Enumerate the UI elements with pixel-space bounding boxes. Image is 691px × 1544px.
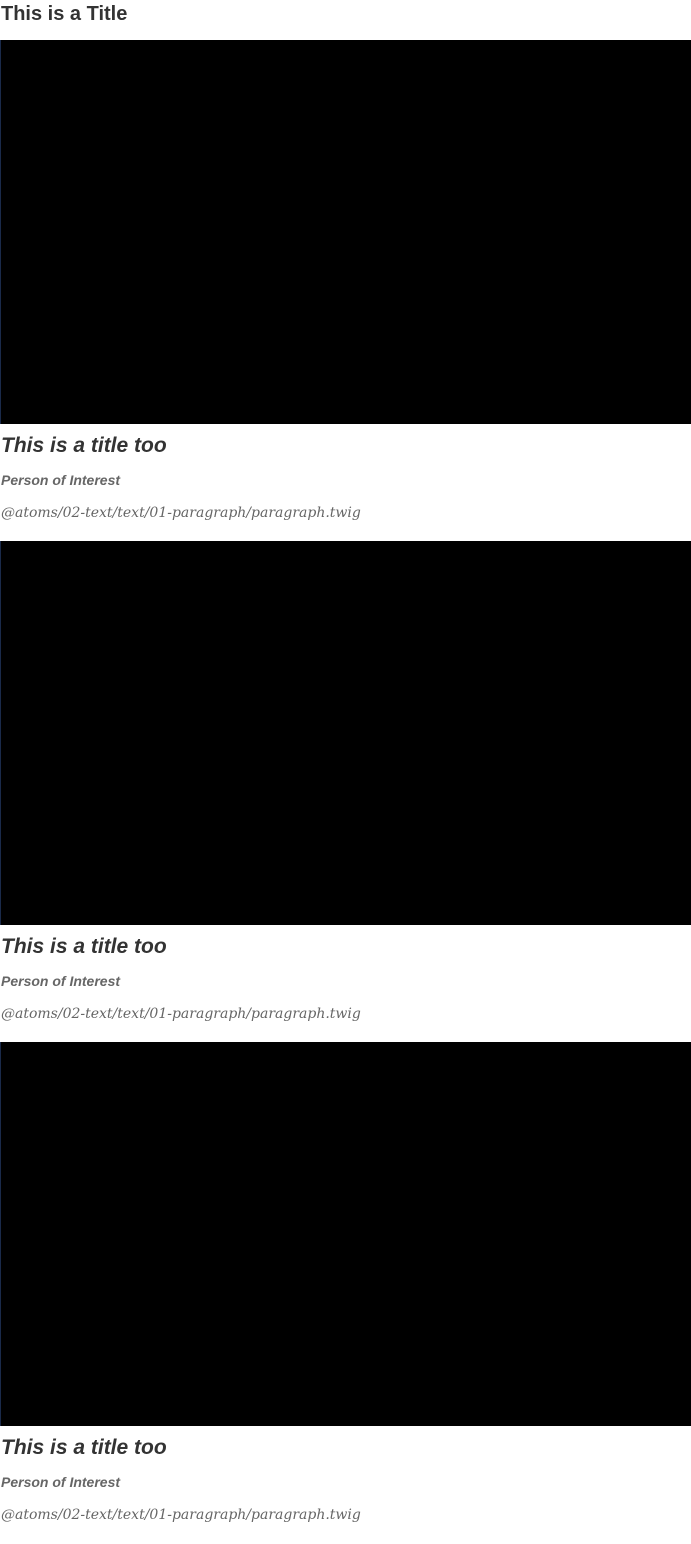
card-template-path: @atoms/02-text/text/01-paragraph/paragra… [1, 1507, 361, 1523]
page-title: This is a Title [1, 3, 128, 25]
card-template-path: @atoms/02-text/text/01-paragraph/paragra… [1, 1006, 361, 1022]
card-person: Person of Interest [1, 1474, 121, 1490]
video-player[interactable] [0, 541, 691, 925]
video-player[interactable] [0, 40, 691, 424]
card-person: Person of Interest [1, 472, 121, 488]
card-title: This is a title too [1, 1436, 167, 1459]
video-card: This is a title too Person of Interest @… [0, 40, 691, 541]
card-template-path: @atoms/02-text/text/01-paragraph/paragra… [1, 505, 361, 521]
video-card: This is a title too Person of Interest @… [0, 541, 691, 1042]
card-person: Person of Interest [1, 973, 121, 989]
video-player[interactable] [0, 1042, 691, 1426]
card-title: This is a title too [1, 935, 167, 958]
video-card: This is a title too Person of Interest @… [0, 1042, 691, 1543]
card-title: This is a title too [1, 434, 167, 457]
